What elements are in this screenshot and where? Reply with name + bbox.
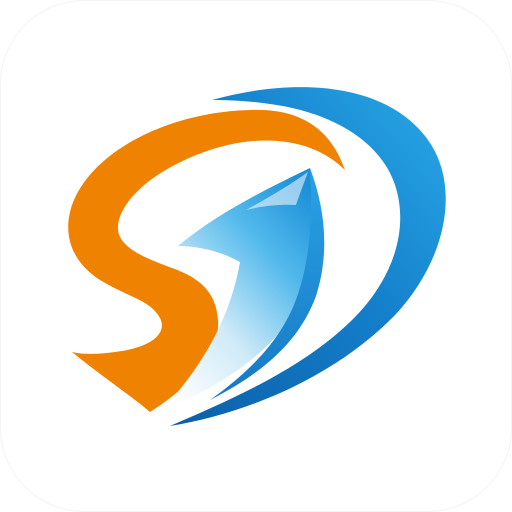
app-icon[interactable] xyxy=(0,0,512,512)
sd-swoosh-logo-icon xyxy=(68,87,446,427)
